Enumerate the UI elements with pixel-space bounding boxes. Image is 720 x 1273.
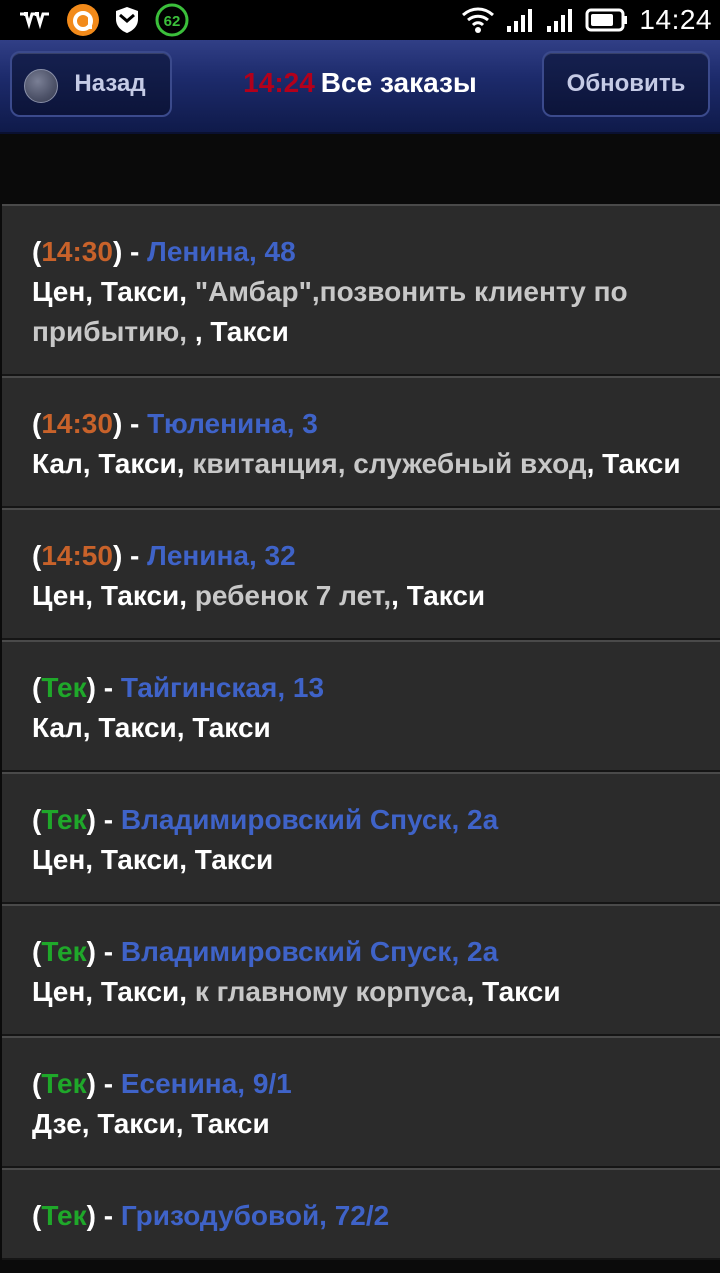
list-item[interactable]: (Тек) - Есенина, 9/1 Дзе, Такси, Такси (2, 1036, 720, 1168)
order-address: Тайгинская, 13 (120, 672, 325, 703)
tele2-icon (18, 10, 52, 30)
order-details: Кал, Такси, Такси (32, 712, 271, 743)
order-headline: (14:50) - Ленина, 32 (32, 540, 296, 571)
battery-saver-icon: 62 (154, 2, 190, 38)
order-note: к главному корпуса (194, 976, 467, 1007)
order-time: Тек (41, 1200, 87, 1231)
order-time: Тек (41, 1068, 87, 1099)
status-bar: 62 14:24 (0, 0, 720, 40)
order-address: Ленина, 32 (147, 540, 296, 571)
list-item[interactable]: (14:30) - Тюленина, 3 Кал, Такси, квитан… (2, 376, 720, 508)
order-address: Есенина, 9/1 (120, 1068, 292, 1099)
order-address: Гризодубовой, 72/2 (120, 1200, 390, 1231)
back-button-label: Назад (74, 70, 146, 97)
list-item[interactable]: (14:50) - Ленина, 32 Цен, Такси, ребенок… (2, 508, 720, 640)
back-circle-icon (24, 69, 58, 103)
signal-icon-1 (505, 6, 535, 34)
order-time: 14:50 (41, 540, 113, 571)
order-headline: (Тек) - Тайгинская, 13 (32, 672, 325, 703)
order-address: Ленина, 48 (147, 236, 296, 267)
page-title: 14:24 Все заказы (180, 67, 540, 99)
order-time: Тек (41, 672, 87, 703)
order-headline: (Тек) - Владимировский Спуск, 2а (32, 936, 499, 967)
battery-icon (585, 7, 629, 33)
header-spacer (0, 134, 720, 204)
header-bar: Назад 14:24 Все заказы Обновить (0, 40, 720, 134)
order-note: ребенок 7 лет, (194, 580, 392, 611)
order-details: Цен, Такси, "Амбар",позвонить клиенту по… (32, 276, 628, 347)
order-headline: (14:30) - Тюленина, 3 (32, 408, 318, 439)
battery-level-text: 62 (164, 13, 181, 30)
order-time: 14:30 (41, 408, 113, 439)
wifi-icon (461, 6, 495, 34)
order-time: Тек (41, 936, 87, 967)
header-clock: 14:24 (243, 67, 315, 98)
order-details: Кал, Такси, квитанция, служебный вход, Т… (32, 448, 681, 479)
page-title-text: Все заказы (320, 67, 477, 98)
order-details: Цен, Такси, ребенок 7 лет,, Такси (32, 580, 486, 611)
shield-icon (114, 5, 140, 35)
order-time: 14:30 (41, 236, 113, 267)
status-time: 14:24 (639, 4, 712, 35)
signal-icon-2 (545, 6, 575, 34)
list-item[interactable]: (Тек) - Владимировский Спуск, 2а Цен, Та… (2, 904, 720, 1036)
refresh-button[interactable]: Обновить (542, 51, 710, 117)
refresh-button-label: Обновить (566, 70, 686, 97)
order-headline: (Тек) - Есенина, 9/1 (32, 1068, 292, 1099)
order-details: Цен, Такси, Такси (32, 844, 274, 875)
order-headline: (Тек) - Гризодубовой, 72/2 (32, 1200, 390, 1231)
order-address: Тюленина, 3 (147, 408, 318, 439)
orders-list: (14:30) - Ленина, 48 Цен, Такси, "Амбар"… (0, 204, 720, 1260)
order-details: Дзе, Такси, Такси (32, 1108, 270, 1139)
list-item[interactable]: (Тек) - Владимировский Спуск, 2а Цен, Та… (2, 772, 720, 904)
order-address: Владимировский Спуск, 2а (120, 804, 499, 835)
order-details: Цен, Такси, к главному корпуса, Такси (32, 976, 561, 1007)
back-button[interactable]: Назад (10, 51, 172, 117)
list-item[interactable]: (Тек) - Гризодубовой, 72/2 (2, 1168, 720, 1260)
order-headline: (14:30) - Ленина, 48 (32, 236, 296, 267)
order-address: Владимировский Спуск, 2а (120, 936, 499, 967)
order-headline: (Тек) - Владимировский Спуск, 2а (32, 804, 499, 835)
orange-circle-app-icon (66, 3, 100, 37)
order-note: квитанция, служебный вход (192, 448, 587, 479)
list-item[interactable]: (14:30) - Ленина, 48 Цен, Такси, "Амбар"… (2, 204, 720, 376)
order-time: Тек (41, 804, 87, 835)
list-item[interactable]: (Тек) - Тайгинская, 13 Кал, Такси, Такси (2, 640, 720, 772)
